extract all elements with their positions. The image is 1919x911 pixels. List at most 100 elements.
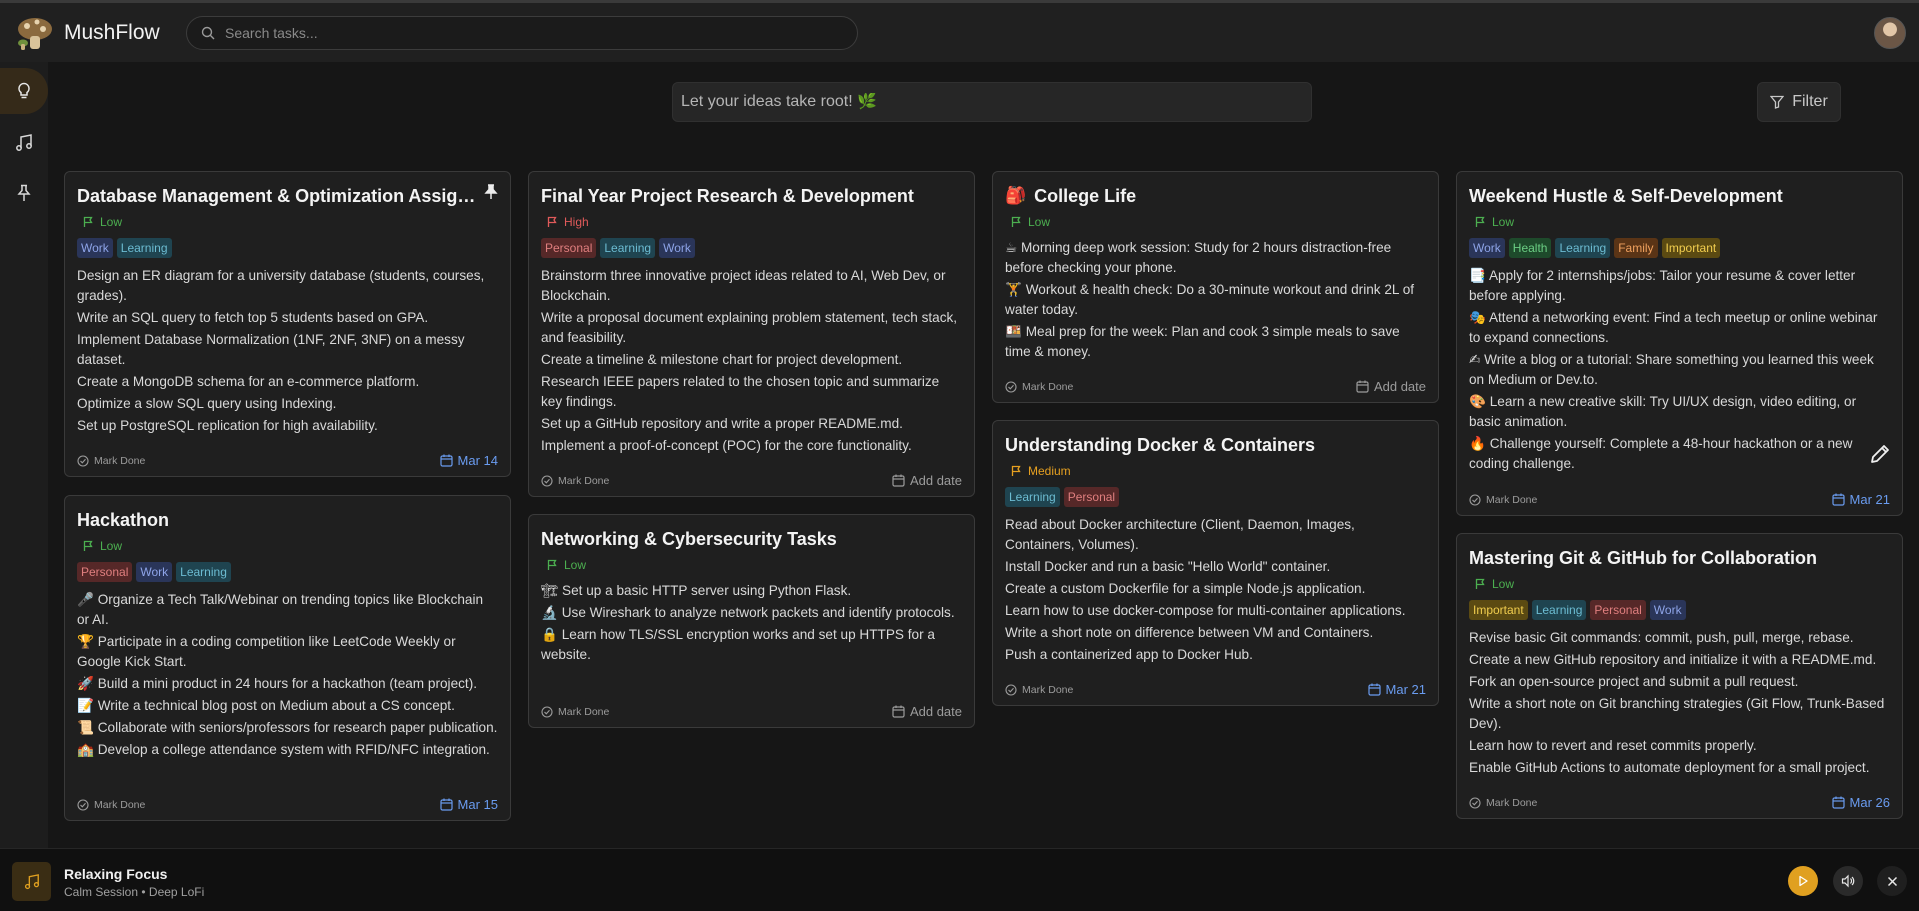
task-item: 🏆 Participate in a coding competition li… (77, 634, 456, 669)
tag-list: Important Learning Personal Work (1469, 600, 1890, 620)
calendar-icon (1831, 796, 1845, 809)
task-card[interactable]: 🎒 College Life Low ☕ Morning deep work s… (992, 171, 1439, 403)
pinned-icon[interactable] (484, 184, 498, 200)
play-button[interactable] (1788, 866, 1818, 896)
mark-done-button[interactable]: Mark Done (1005, 684, 1073, 696)
mark-done-button[interactable]: Mark Done (1469, 494, 1537, 506)
task-list: Read about Docker architecture (Client, … (1005, 515, 1426, 665)
mark-done-button[interactable]: Mark Done (77, 799, 145, 811)
add-date-button[interactable]: Add date (1356, 379, 1426, 394)
sidebar-music-button[interactable] (0, 120, 48, 166)
mark-done-label: Mark Done (94, 798, 146, 811)
priority-label: Low (100, 215, 123, 229)
task-item: 🔬 Use Wireshark to analyze network packe… (541, 605, 955, 620)
tag[interactable]: Important (1469, 600, 1528, 620)
tag[interactable]: Family (1614, 238, 1658, 258)
add-date-button[interactable]: Add date (892, 704, 962, 719)
task-item: 🎨 Learn a new creative skill: Try UI/UX … (1469, 394, 1857, 429)
due-date[interactable]: Mar 21 (1831, 492, 1890, 507)
task-list: 🏗 Set up a basic HTTP server using Pytho… (541, 581, 962, 665)
music-note-icon (24, 873, 39, 889)
tag[interactable]: Learning (1005, 487, 1060, 507)
check-circle-icon (1005, 683, 1017, 696)
mark-done-button[interactable]: Mark Done (541, 706, 609, 718)
tag[interactable]: Learning (116, 238, 172, 258)
task-card[interactable]: Mastering Git & GitHub for Collaboration… (1456, 533, 1903, 819)
calendar-icon (892, 474, 905, 487)
search-bar[interactable] (186, 16, 858, 50)
mark-done-button[interactable]: Mark Done (1469, 797, 1537, 809)
tag[interactable]: Important (1661, 238, 1721, 258)
task-item: Install Docker and run a basic "Hello Wo… (1005, 559, 1331, 574)
calendar-icon (1367, 683, 1381, 696)
tag-list: Work Learning (77, 238, 498, 258)
tag[interactable]: Work (136, 562, 173, 582)
idea-input-box[interactable] (672, 82, 1312, 122)
tag[interactable]: Health (1508, 238, 1552, 258)
pencil-icon[interactable] (1868, 442, 1892, 466)
sidebar-ideas-button[interactable] (0, 68, 48, 114)
close-player-button[interactable] (1877, 866, 1907, 896)
sidebar (0, 62, 48, 848)
calendar-icon (1356, 380, 1369, 393)
card-title: Networking & Cybersecurity Tasks (541, 529, 837, 549)
task-card[interactable]: Networking & Cybersecurity Tasks Low 🏗 S… (528, 514, 975, 728)
mark-done-button[interactable]: Mark Done (541, 475, 609, 487)
mark-done-button[interactable]: Mark Done (77, 455, 145, 467)
priority-badge: Low (83, 538, 498, 554)
task-list: 📑 Apply for 2 internships/jobs: Tailor y… (1469, 266, 1890, 474)
task-card[interactable]: Hackathon Low Personal Work Learning 🎤 O… (64, 495, 511, 821)
task-card[interactable]: Understanding Docker & Containers Medium… (992, 420, 1439, 706)
filter-button[interactable]: Filter (1757, 82, 1841, 122)
due-date[interactable]: Mar 26 (1831, 795, 1890, 810)
task-item: Create a new GitHub repository and initi… (1469, 652, 1877, 667)
tag[interactable]: Personal (541, 238, 597, 258)
card-title-row: 🎒 College Life (1005, 184, 1426, 208)
task-item: 🔥 Challenge yourself: Complete a 48-hour… (1469, 436, 1853, 471)
priority-label: High (564, 215, 589, 229)
card-title: Weekend Hustle & Self-Development (1469, 186, 1783, 206)
due-date-label: Mar 15 (457, 797, 498, 812)
flag-icon (1011, 216, 1021, 227)
track-title: Relaxing Focus (64, 866, 168, 882)
search-input[interactable] (225, 25, 825, 41)
task-card[interactable]: Database Management & Optimization Assig… (64, 171, 511, 477)
tag[interactable]: Personal (77, 562, 133, 582)
task-item: 🚀 Build a mini product in 24 hours for a… (77, 676, 478, 691)
card-title-row: Weekend Hustle & Self-Development (1469, 184, 1890, 208)
flag-icon (83, 216, 93, 227)
idea-input[interactable] (681, 93, 1281, 111)
task-card[interactable]: Weekend Hustle & Self-Development Low Wo… (1456, 171, 1903, 516)
tag[interactable]: Work (1649, 600, 1686, 620)
tag[interactable]: Learning (176, 562, 231, 582)
user-avatar[interactable] (1874, 17, 1906, 49)
calendar-icon (1831, 493, 1845, 506)
due-date[interactable]: Mar 14 (439, 453, 498, 468)
calendar-icon (892, 705, 905, 718)
tag[interactable]: Personal (1590, 600, 1646, 620)
tag[interactable]: Learning (600, 238, 656, 258)
add-date-button[interactable]: Add date (892, 473, 962, 488)
priority-badge: Low (1475, 214, 1890, 230)
mark-done-label: Mark Done (1486, 493, 1538, 506)
tag[interactable]: Work (77, 238, 113, 258)
sidebar-pinned-button[interactable] (0, 170, 48, 216)
card-title-row: Mastering Git & GitHub for Collaboration (1469, 546, 1890, 570)
tag[interactable]: Work (659, 238, 695, 258)
tag[interactable]: Learning (1531, 600, 1587, 620)
task-card[interactable]: Final Year Project Research & Developmen… (528, 171, 975, 497)
task-item: Implement a proof-of-concept (POC) for t… (541, 438, 912, 453)
task-list: ☕ Morning deep work session: Study for 2… (1005, 238, 1426, 362)
due-date[interactable]: Mar 15 (439, 797, 498, 812)
tag-list: Learning Personal (1005, 487, 1426, 507)
tag[interactable]: Work (1469, 238, 1505, 258)
tag[interactable]: Personal (1063, 487, 1120, 507)
card-title-row: Final Year Project Research & Developmen… (541, 184, 962, 208)
mark-done-button[interactable]: Mark Done (1005, 381, 1073, 393)
volume-button[interactable] (1833, 866, 1863, 896)
task-item: Read about Docker architecture (Client, … (1005, 517, 1355, 552)
mushroom-logo-icon[interactable] (15, 13, 55, 53)
due-date[interactable]: Mar 21 (1367, 682, 1426, 697)
tag[interactable]: Learning (1555, 238, 1611, 258)
priority-badge: High (547, 214, 962, 230)
